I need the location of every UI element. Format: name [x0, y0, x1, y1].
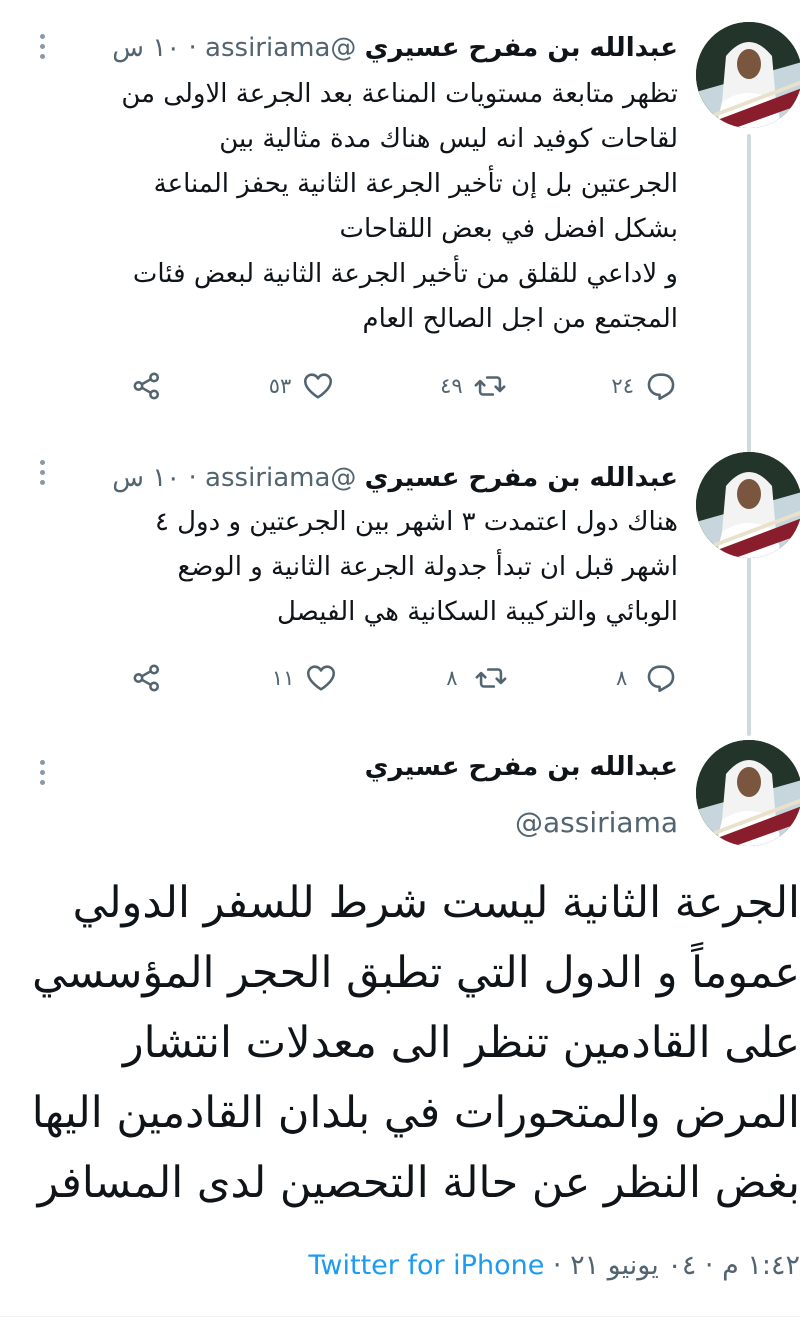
like-button[interactable]: ١١	[272, 661, 339, 695]
timestamp[interactable]: ١٠ س	[112, 33, 180, 63]
like-count: ٥٣	[268, 374, 292, 398]
retweet-count: ٤٩	[440, 374, 463, 398]
user-handle[interactable]: @assiriama	[205, 463, 356, 493]
reply-button[interactable]: ٢٤	[611, 369, 678, 403]
display-name[interactable]: عبدالله بن مفرح عسيري	[365, 752, 678, 782]
share-button[interactable]	[130, 369, 164, 403]
heart-icon	[304, 373, 333, 399]
share-icon	[133, 664, 160, 692]
avatar[interactable]	[696, 740, 800, 846]
tweet-text: هناك دول اعتمدت ٣ اشهر بين الجرعتين و دو…	[154, 507, 678, 627]
retweet-button[interactable]: ٤٩	[440, 369, 507, 403]
tweet-text: تظهر متابعة مستويات المناعة بعد الجرعة ا…	[121, 79, 678, 334]
user-handle[interactable]: @assiriama	[515, 806, 678, 839]
retweet-button[interactable]: ٨	[446, 661, 508, 695]
retweet-icon	[474, 376, 506, 396]
heart-icon	[307, 665, 336, 691]
timestamp[interactable]: ١٠ س	[112, 463, 180, 493]
tweet-header: عبدالله بن مفرح عسيري @assiriama · ١٠ س	[112, 28, 678, 68]
more-options-icon[interactable]	[34, 760, 50, 785]
avatar[interactable]	[696, 22, 800, 128]
thread-line	[747, 134, 751, 736]
more-options-icon[interactable]	[34, 34, 50, 59]
tweet-actions: ٨ ٨ ١١	[130, 656, 678, 700]
reply-count: ٨	[616, 666, 628, 690]
share-button[interactable]	[130, 661, 164, 695]
display-name[interactable]: عبدالله بن مفرح عسيري	[365, 33, 678, 63]
tweet-timestamp: ١:٤٢ م · ٠٤ يونيو ٢١ ·	[544, 1250, 800, 1281]
share-icon	[133, 372, 160, 400]
more-options-icon[interactable]	[34, 460, 50, 485]
separator-dot: ·	[188, 463, 197, 493]
separator-dot: ·	[188, 33, 197, 63]
reply-icon	[647, 665, 675, 693]
display-name[interactable]: عبدالله بن مفرح عسيري	[365, 463, 678, 493]
tweet-actions: ٢٤ ٤٩ ٥٣	[130, 364, 678, 408]
retweet-icon	[475, 668, 507, 688]
reply-button[interactable]: ٨	[616, 661, 678, 695]
main-tweet-text: الجرعة الثانية ليست شرط للسفر الدولي عمو…	[31, 878, 800, 1208]
user-handle[interactable]: @assiriama	[205, 33, 356, 63]
tweet-source-link[interactable]: Twitter for iPhone	[308, 1250, 544, 1281]
tweet-meta: ١:٤٢ م · ٠٤ يونيو ٢١ · Twitter for iPhon…	[308, 1250, 800, 1281]
reply-icon	[647, 373, 675, 401]
divider	[0, 1316, 800, 1317]
retweet-count: ٨	[446, 666, 458, 690]
avatar[interactable]	[696, 452, 800, 558]
like-button[interactable]: ٥٣	[269, 369, 336, 403]
like-count: ١١	[271, 666, 295, 690]
tweet-header: عبدالله بن مفرح عسيري @assiriama · ١٠ س	[112, 458, 678, 498]
reply-count: ٢٤	[611, 374, 634, 398]
